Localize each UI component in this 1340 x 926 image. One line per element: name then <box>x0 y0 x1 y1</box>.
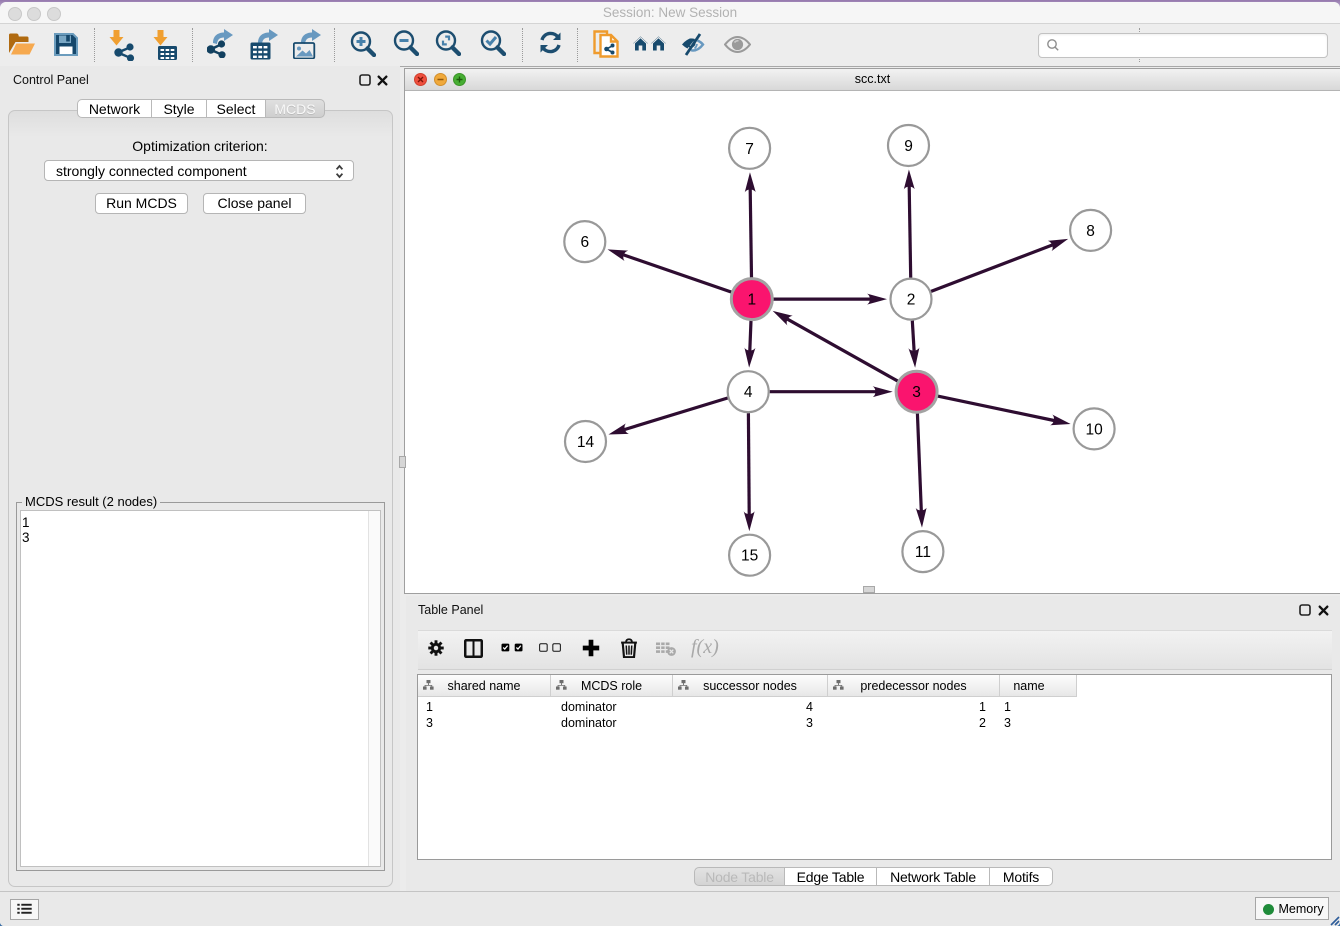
svg-text:10: 10 <box>1085 421 1103 438</box>
svg-text:8: 8 <box>1086 223 1095 240</box>
svg-text:15: 15 <box>741 548 758 565</box>
svg-text:3: 3 <box>912 384 921 401</box>
svg-text:11: 11 <box>915 544 931 561</box>
svg-text:14: 14 <box>577 434 595 451</box>
svg-text:7: 7 <box>745 141 754 158</box>
svg-text:9: 9 <box>904 138 913 155</box>
svg-text:1: 1 <box>747 292 756 309</box>
svg-text:2: 2 <box>907 292 916 309</box>
svg-text:4: 4 <box>744 384 753 401</box>
svg-text:6: 6 <box>580 234 589 251</box>
